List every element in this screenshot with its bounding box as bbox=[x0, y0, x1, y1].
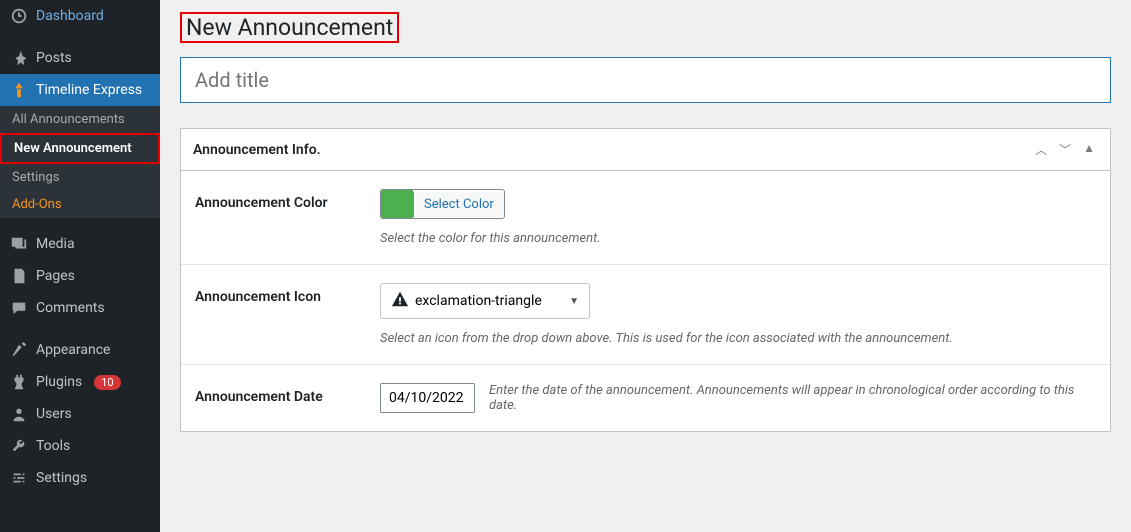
appearance-icon bbox=[10, 341, 28, 359]
icon-dropdown[interactable]: exclamation-triangle ▼ bbox=[380, 283, 590, 319]
sidebar-item-plugins[interactable]: Plugins 10 bbox=[0, 366, 160, 398]
submenu-new-announcement[interactable]: New Announcement bbox=[0, 133, 160, 164]
field-label: Announcement Icon bbox=[195, 283, 365, 305]
icon-value: exclamation-triangle bbox=[415, 293, 542, 309]
sidebar-label: Comments bbox=[36, 300, 105, 316]
field-label: Announcement Color bbox=[195, 189, 365, 211]
metabox-header: Announcement Info. ︿ ﹀ ▲ bbox=[181, 129, 1110, 171]
sidebar-label: Users bbox=[36, 406, 72, 422]
toggle-panel-icon[interactable]: ▲ bbox=[1080, 139, 1098, 160]
sidebar-item-tools[interactable]: Tools bbox=[0, 430, 160, 462]
title-input[interactable] bbox=[180, 57, 1111, 103]
help-text: Select an icon from the drop down above.… bbox=[380, 331, 1096, 346]
field-announcement-color: Announcement Color Select Color Select t… bbox=[181, 171, 1110, 265]
sidebar-label: Pages bbox=[36, 268, 75, 284]
tools-icon bbox=[10, 437, 28, 455]
media-icon bbox=[10, 235, 28, 253]
sidebar-item-settings[interactable]: Settings bbox=[0, 462, 160, 494]
submenu-all-announcements[interactable]: All Announcements bbox=[0, 106, 160, 133]
field-announcement-icon: Announcement Icon exclamation-triangle ▼… bbox=[181, 265, 1110, 365]
metabox-controls: ︿ ﹀ ▲ bbox=[1032, 139, 1098, 160]
timeline-express-icon bbox=[10, 81, 28, 99]
sidebar-item-dashboard[interactable]: Dashboard bbox=[0, 0, 160, 32]
help-text: Enter the date of the announcement. Anno… bbox=[489, 383, 1096, 413]
sidebar-label: Media bbox=[36, 236, 75, 252]
sidebar-item-media[interactable]: Media bbox=[0, 228, 160, 260]
submenu-settings[interactable]: Settings bbox=[0, 164, 160, 191]
color-swatch bbox=[381, 190, 413, 218]
comments-icon bbox=[10, 299, 28, 317]
users-icon bbox=[10, 405, 28, 423]
color-picker[interactable]: Select Color bbox=[380, 189, 505, 219]
sidebar-item-comments[interactable]: Comments bbox=[0, 292, 160, 324]
main-content: New Announcement Announcement Info. ︿ ﹀ … bbox=[160, 0, 1131, 532]
sidebar-item-timeline-express[interactable]: Timeline Express bbox=[0, 74, 160, 106]
chevron-down-icon: ▼ bbox=[569, 296, 579, 307]
dashboard-icon bbox=[10, 7, 28, 25]
sidebar-label: Settings bbox=[36, 470, 87, 486]
field-label: Announcement Date bbox=[195, 383, 365, 405]
sidebar-item-pages[interactable]: Pages bbox=[0, 260, 160, 292]
sidebar-label: Appearance bbox=[36, 342, 110, 358]
settings-icon bbox=[10, 469, 28, 487]
plugins-icon bbox=[10, 373, 28, 391]
sidebar-item-posts[interactable]: Posts bbox=[0, 42, 160, 74]
move-up-icon[interactable]: ︿ bbox=[1032, 139, 1050, 160]
sidebar-item-users[interactable]: Users bbox=[0, 398, 160, 430]
sidebar-label: Tools bbox=[36, 438, 70, 454]
sidebar-item-appearance[interactable]: Appearance bbox=[0, 334, 160, 366]
submenu-addons[interactable]: Add-Ons bbox=[0, 191, 160, 218]
help-text: Select the color for this announcement. bbox=[380, 231, 1096, 246]
sidebar-label: Timeline Express bbox=[36, 82, 142, 98]
submenu: All Announcements New Announcement Setti… bbox=[0, 106, 160, 218]
page-title: New Announcement bbox=[180, 12, 399, 43]
move-down-icon[interactable]: ﹀ bbox=[1056, 139, 1074, 160]
metabox-title: Announcement Info. bbox=[193, 142, 321, 158]
field-announcement-date: Announcement Date Enter the date of the … bbox=[181, 365, 1110, 431]
sidebar-label: Posts bbox=[36, 50, 72, 66]
plugins-badge: 10 bbox=[94, 375, 120, 390]
pin-icon bbox=[10, 49, 28, 67]
sidebar-label: Dashboard bbox=[36, 8, 104, 24]
sidebar-label: Plugins bbox=[36, 374, 82, 390]
admin-sidebar: Dashboard Posts Timeline Express All Ann… bbox=[0, 0, 160, 532]
select-color-button[interactable]: Select Color bbox=[413, 192, 504, 217]
announcement-info-metabox: Announcement Info. ︿ ﹀ ▲ Announcement Co… bbox=[180, 128, 1111, 432]
pages-icon bbox=[10, 267, 28, 285]
exclamation-triangle-icon bbox=[391, 290, 409, 312]
date-input[interactable] bbox=[380, 383, 475, 413]
